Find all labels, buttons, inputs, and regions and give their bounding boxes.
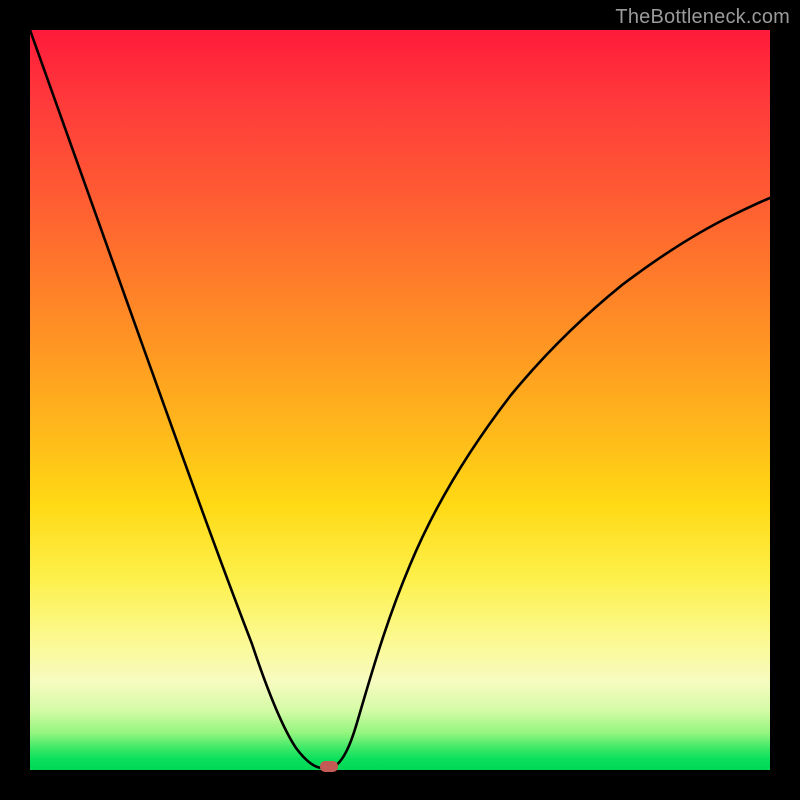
watermark-text: TheBottleneck.com <box>615 6 790 29</box>
chart-svg <box>30 30 770 770</box>
bottleneck-curve-line <box>30 30 770 768</box>
chart-outer-frame: TheBottleneck.com <box>0 0 800 800</box>
bottleneck-optimal-marker <box>320 761 338 772</box>
chart-plot-area <box>30 30 770 770</box>
